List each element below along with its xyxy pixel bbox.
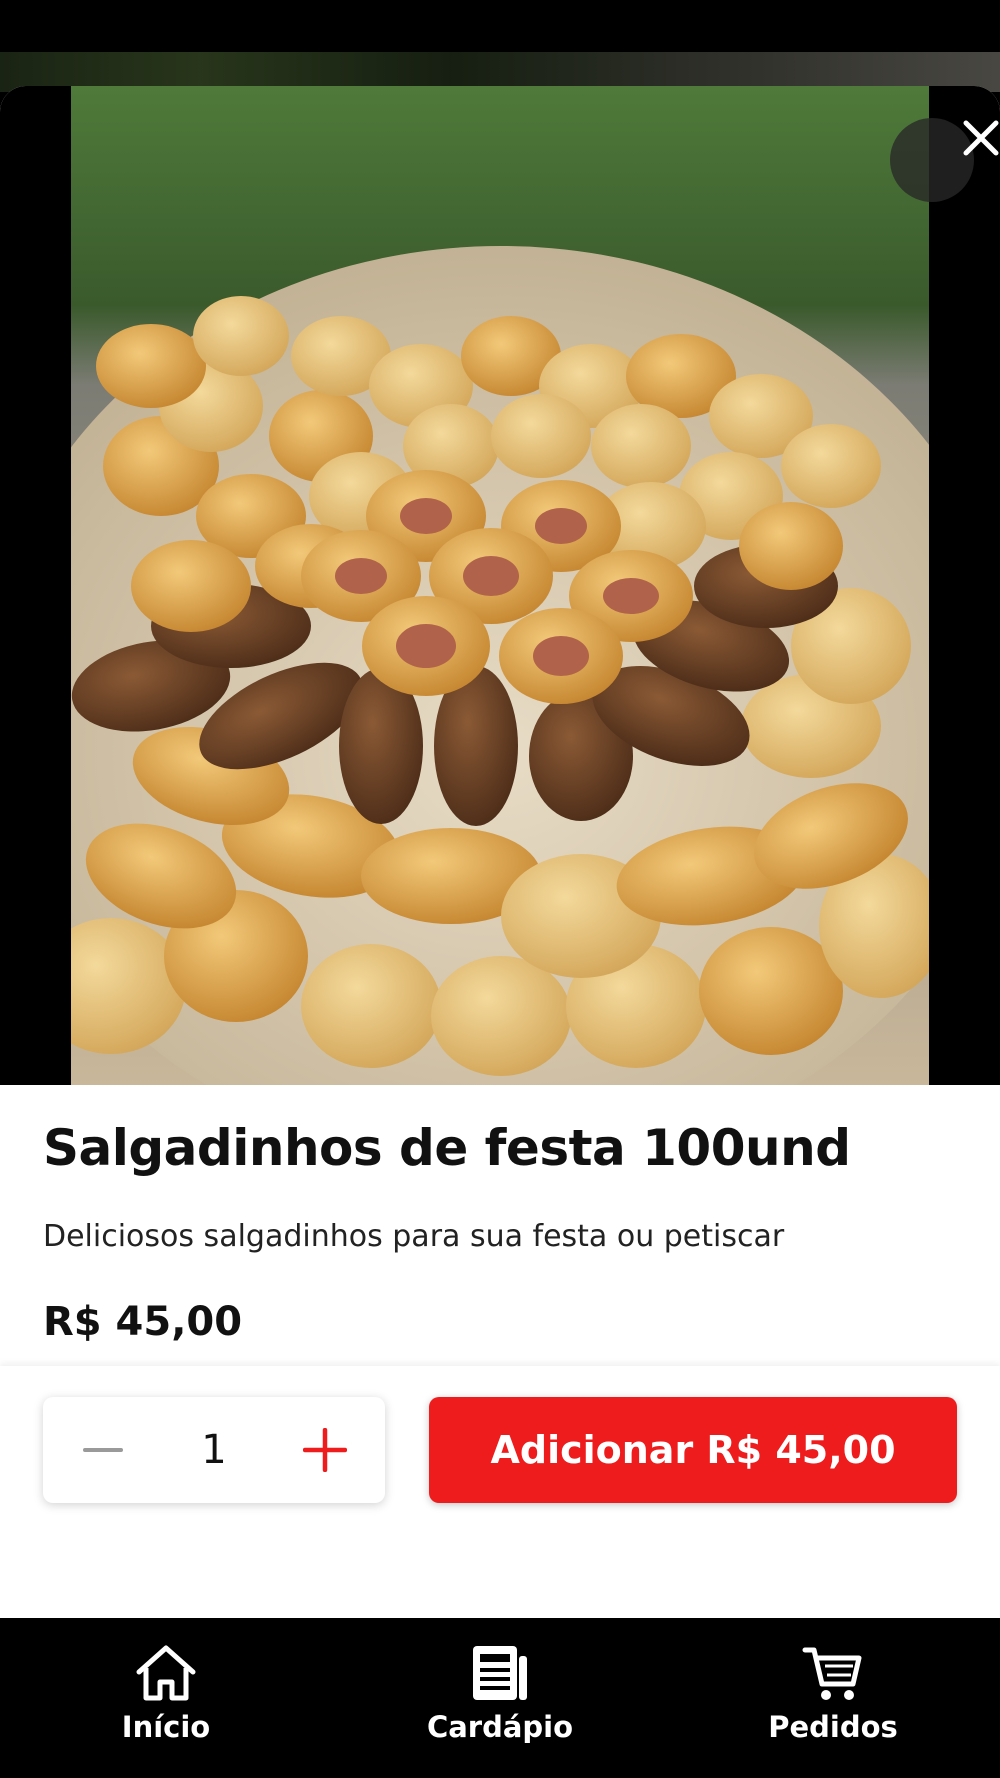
nav-item-label: Pedidos	[768, 1710, 898, 1744]
product-title: Salgadinhos de festa 100und	[43, 1119, 851, 1177]
minus-icon	[83, 1448, 123, 1452]
nav-item-cardapio[interactable]: Cardápio	[380, 1642, 620, 1762]
nav-item-inicio[interactable]: Início	[46, 1642, 286, 1762]
increase-quantity-button[interactable]	[295, 1420, 355, 1480]
product-description: Deliciosos salgadinhos para sua festa ou…	[43, 1219, 785, 1254]
plus-icon	[303, 1428, 347, 1472]
decrease-quantity-button[interactable]	[73, 1420, 133, 1480]
nav-item-label: Início	[121, 1710, 211, 1744]
quantity-stepper: 1	[43, 1397, 385, 1503]
product-image	[71, 86, 929, 1085]
nav-item-pedidos[interactable]: Pedidos	[713, 1642, 953, 1762]
add-to-order-button[interactable]: Adicionar R$ 45,00	[429, 1397, 957, 1503]
product-price: R$ 45,00	[43, 1299, 243, 1345]
status-bar	[0, 0, 1000, 52]
close-icon	[963, 120, 999, 156]
home-icon	[136, 1645, 196, 1701]
bottom-navigation: Início Cardápio Pedidos	[0, 1618, 1000, 1778]
cart-icon	[802, 1647, 862, 1700]
quantity-value: 1	[201, 1427, 227, 1473]
nav-item-label: Cardápio	[426, 1710, 574, 1744]
product-image-area	[0, 86, 1000, 1085]
close-button[interactable]	[890, 118, 999, 202]
order-action-bar: 1 Adicionar R$ 45,00	[0, 1366, 1000, 1618]
menu-newspaper-icon	[473, 1646, 527, 1700]
